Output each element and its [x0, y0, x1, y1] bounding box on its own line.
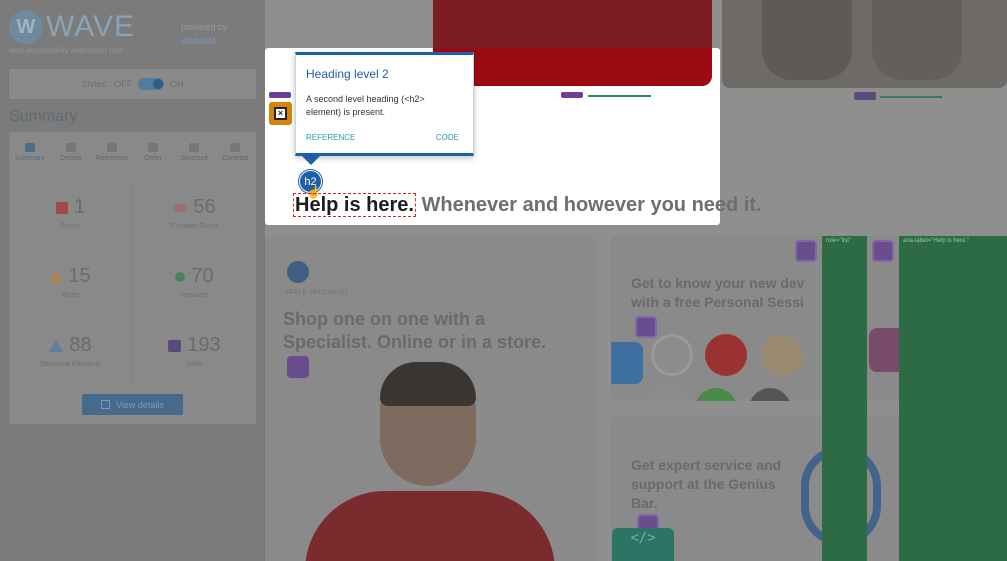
tab-reference[interactable]: Reference [91, 132, 132, 172]
card-title: Get expert service and support at the Ge… [631, 457, 782, 511]
wave-tooltip: Heading level 2 A second level heading (… [295, 52, 474, 156]
tab-structure[interactable]: Structure [174, 132, 215, 172]
stat-aria: 193 ARIA [133, 318, 256, 386]
aria-underline [588, 95, 651, 97]
aria-badge-icon [635, 316, 657, 338]
aria-badge-icon [287, 356, 309, 378]
app-icon-messages [695, 388, 737, 401]
specialist-icon [287, 261, 309, 283]
tab-summary[interactable]: Summary [9, 132, 50, 172]
styles-on-label: ON [170, 79, 184, 89]
app-icon-camera [749, 388, 791, 401]
error-icon [55, 201, 68, 214]
details-icon [65, 142, 76, 152]
home-icon [24, 142, 35, 152]
aria-marker [269, 92, 291, 98]
tooltip-body: A second level heading (<h2> element) is… [306, 94, 425, 117]
styles-label: Styles: [81, 79, 109, 89]
wave-sidebar: W WAVE web accessibility evaluation tool… [0, 0, 265, 561]
feature-icon [175, 271, 186, 282]
stat-alerts: 15 Alerts [9, 249, 132, 317]
structure-icon [189, 142, 200, 152]
styles-toggle[interactable] [138, 78, 165, 90]
person-hair [380, 362, 476, 406]
summary-panel: 1 Errors 56 Contrast Errors 15 Alerts 70… [9, 172, 256, 424]
contrast-icon [230, 142, 241, 152]
stat-structural: 88 Structural Elements [39, 334, 102, 368]
app-icon-clock [645, 384, 687, 401]
tooltip-arrow [302, 156, 320, 165]
stat-errors: 1 Errors [9, 180, 132, 248]
styles-toggle-bar: Styles: OFF ON [9, 69, 256, 99]
powered-by-label: powered by [181, 22, 228, 32]
aria-badge-icon [795, 240, 817, 262]
tooltip-title: Heading level 2 [306, 67, 389, 81]
wave-title: WAVE [46, 10, 136, 43]
card-title: Shop one on one with a Specialist. Onlin… [283, 309, 547, 352]
aria-region-overlay: aria-label="Help is here." [899, 236, 1007, 561]
aria-underline [880, 96, 942, 98]
structure-triangle-icon [49, 339, 64, 352]
summary-heading: Summary [9, 108, 78, 125]
card-eyebrow: APPLE SPECIALIST [285, 290, 349, 296]
person-shirt [305, 491, 555, 561]
styles-off-label: OFF [114, 79, 133, 89]
alert-icon [50, 271, 63, 282]
code-link[interactable]: CODE [436, 133, 459, 142]
error-marker-icon[interactable]: × [269, 102, 292, 125]
reference-link[interactable]: REFERENCE [306, 133, 355, 142]
specialist-card[interactable]: APPLE SPECIALIST Shop one on one with a … [265, 236, 596, 561]
view-details-button[interactable]: View details [82, 394, 183, 415]
promo-card-red [433, 48, 712, 86]
contrast-error-icon [173, 203, 188, 212]
aria-marker [561, 92, 583, 98]
app-icon-health [705, 334, 747, 376]
webaim-link[interactable]: WebAIM [181, 36, 215, 46]
app-icon-contacts [651, 334, 693, 376]
card-title: Get to know your new dev with a free Per… [631, 275, 805, 310]
aria-badge-icon [872, 240, 894, 262]
wave-subtitle: web accessibility evaluation tool [9, 46, 123, 55]
help-heading: Help is here. Whenever and however you n… [293, 193, 762, 217]
order-icon [148, 142, 159, 152]
app-icon-appstore [611, 342, 643, 384]
app-icon-photos [761, 334, 803, 376]
aria-marker [854, 92, 876, 100]
wave-header: W WAVE web accessibility evaluation tool… [0, 0, 265, 62]
heading-strong: Help is here. [293, 193, 416, 217]
stat-features: 70 Features [133, 249, 256, 317]
info-icon [106, 142, 117, 152]
tab-order[interactable]: Order [133, 132, 174, 172]
aria-region-overlay: role="list" [822, 236, 867, 561]
heading-rest: Whenever and however you need it. [415, 194, 762, 216]
hands-image [722, 0, 1007, 88]
code-icon[interactable]: </> [612, 528, 674, 561]
tab-details[interactable]: Details [50, 132, 91, 172]
tab-contrast[interactable]: Contrast [215, 132, 256, 172]
stat-contrast-errors: 56 Contrast Errors [170, 196, 219, 230]
list-icon [101, 400, 111, 409]
wave-logo-icon[interactable]: W [9, 10, 43, 44]
aria-icon [168, 339, 182, 352]
wave-tabs: Summary Details Reference Order Structur… [9, 132, 256, 172]
